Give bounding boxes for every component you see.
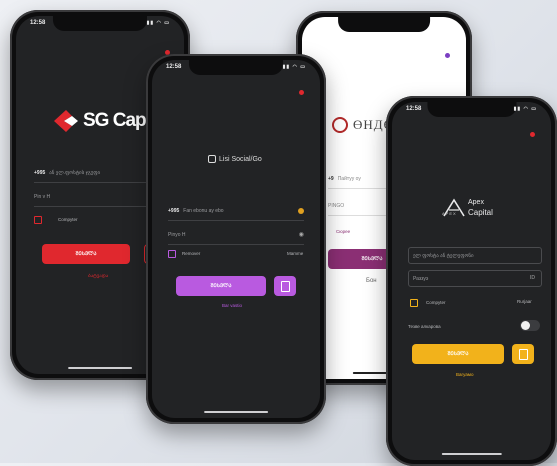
signal-wifi-battery-icon: ▮▮ ◠ ▭ bbox=[146, 20, 170, 26]
toggle-knob bbox=[521, 321, 530, 330]
phone-field[interactable]: +995 Fan ebonu ay ebo bbox=[168, 202, 304, 221]
flag-icon bbox=[298, 208, 304, 214]
phone-lisi: 12:58 ▮▮ ◠ ▭ Lisi Social/Go +995 Fan ebo… bbox=[146, 54, 326, 424]
status-time: 12:58 bbox=[30, 20, 46, 26]
login-button-label: ᲨᲔᲡᲕᲚᲐ bbox=[447, 351, 469, 357]
signal-wifi-battery-icon: ▮▮ ◠ ▭ bbox=[282, 64, 306, 70]
apex-logo-mark-text: APEX bbox=[442, 211, 457, 216]
phone-placeholder: ელ ფოსტა ან ტელეფონი bbox=[413, 252, 474, 259]
eye-icon: ◉ bbox=[298, 232, 304, 238]
register-link[interactable]: Ბატვადა bbox=[88, 273, 108, 279]
password-placeholder: Pin v H bbox=[34, 194, 51, 200]
login-button[interactable]: ᲨᲔᲡᲕᲚᲐ bbox=[176, 276, 266, 296]
id-icon: ID bbox=[530, 275, 535, 281]
phone-apex-capital: 12:58 ▮▮ ◠ ▭ APEX Apex Capital ელ ფოსტა … bbox=[386, 96, 557, 466]
phone-field[interactable]: ელ ფოსტა ან ტელეფონი bbox=[408, 247, 542, 264]
lisi-logo: Lisi Social/Go bbox=[208, 155, 262, 163]
biometric-toggle[interactable] bbox=[520, 320, 540, 331]
register-link[interactable]: Вагуамо bbox=[456, 372, 473, 377]
remember-label: Remover bbox=[182, 251, 201, 256]
ondo-logo-mark-icon bbox=[332, 117, 348, 133]
signal-wifi-battery-icon: ▮▮ ◠ ▭ bbox=[513, 106, 537, 112]
screen: 12:58 ▮▮ ◠ ▭ Lisi Social/Go +995 Fan ebo… bbox=[152, 60, 320, 418]
country-code: +995 bbox=[168, 208, 180, 214]
forgot-password-link[interactable]: Rurjaar bbox=[517, 299, 532, 304]
status-time: 12:58 bbox=[166, 64, 182, 70]
country-code: +995 bbox=[34, 170, 46, 176]
login-button[interactable]: ᲨᲔᲡᲕᲚᲐ bbox=[42, 244, 130, 264]
apex-logo: APEX Apex Capital bbox=[442, 198, 522, 222]
phone-placeholder: ან ელ.ფოსტის ჯგუფი bbox=[49, 170, 101, 176]
status-time: 12:58 bbox=[406, 106, 422, 112]
remember-label: Compyter bbox=[426, 300, 446, 305]
language-flag-icon[interactable] bbox=[530, 132, 535, 137]
biometric-button[interactable] bbox=[512, 344, 534, 364]
login-button-label: ᲨᲔᲡᲕᲚᲐ bbox=[361, 256, 383, 262]
status-bar: 12:58 ▮▮ ◠ ▭ bbox=[406, 106, 537, 118]
biometric-button[interactable] bbox=[274, 276, 296, 296]
notch bbox=[338, 17, 430, 32]
password-field[interactable]: Раззуэ ID bbox=[408, 270, 542, 287]
lock-icon bbox=[518, 348, 528, 360]
remember-checkbox[interactable] bbox=[34, 216, 42, 224]
language-flag-icon[interactable] bbox=[445, 53, 450, 58]
password-placeholder: PINGO bbox=[328, 203, 345, 209]
biometric-toggle-label: Тезве алкарова bbox=[408, 324, 441, 329]
apex-logo-top-text: Apex bbox=[468, 199, 484, 206]
screen: 12:58 ▮▮ ◠ ▭ APEX Apex Capital ელ ფოსტა … bbox=[392, 102, 551, 460]
home-indicator bbox=[441, 453, 502, 455]
ondo-logo: ӨНДӨ bbox=[332, 117, 394, 133]
login-button[interactable]: ᲨᲔᲡᲕᲚᲐ bbox=[412, 344, 504, 364]
password-placeholder: Pinyo H bbox=[168, 232, 186, 238]
remember-checkbox[interactable] bbox=[410, 299, 418, 307]
language-flag-icon[interactable] bbox=[299, 90, 304, 95]
register-link[interactable]: Бон bbox=[366, 278, 377, 284]
remember-checkbox[interactable] bbox=[168, 250, 176, 258]
remember-label: Compyter bbox=[58, 217, 78, 222]
password-field[interactable]: Pinyo H ◉ bbox=[168, 226, 304, 245]
home-indicator bbox=[68, 367, 132, 369]
country-code: +9 bbox=[328, 176, 334, 182]
forgot-password-link[interactable]: Mamme bbox=[287, 251, 303, 256]
login-button-label: ᲨᲔᲡᲕᲚᲐ bbox=[75, 251, 97, 257]
register-link[interactable]: Bar vastio bbox=[222, 303, 242, 308]
phone-placeholder: Fan ebonu ay ebo bbox=[183, 208, 224, 214]
home-indicator bbox=[204, 411, 268, 413]
password-placeholder: Раззуэ bbox=[413, 275, 429, 282]
sg-logo-mark-icon bbox=[54, 110, 78, 132]
phone-placeholder: Пайтуу оу bbox=[337, 176, 361, 182]
lock-icon bbox=[280, 280, 290, 292]
status-bar: 12:58 ▮▮ ◠ ▭ bbox=[166, 64, 306, 76]
lisi-logo-text: Lisi Social/Go bbox=[219, 155, 262, 163]
remember-link[interactable]: Сюрее bbox=[336, 229, 350, 234]
lisi-logo-mark-icon bbox=[208, 155, 216, 163]
status-bar: 12:58 ▮▮ ◠ ▭ bbox=[30, 20, 170, 32]
login-button-label: ᲨᲔᲡᲕᲚᲐ bbox=[210, 283, 232, 289]
apex-logo-bottom-text: Capital bbox=[468, 208, 493, 217]
